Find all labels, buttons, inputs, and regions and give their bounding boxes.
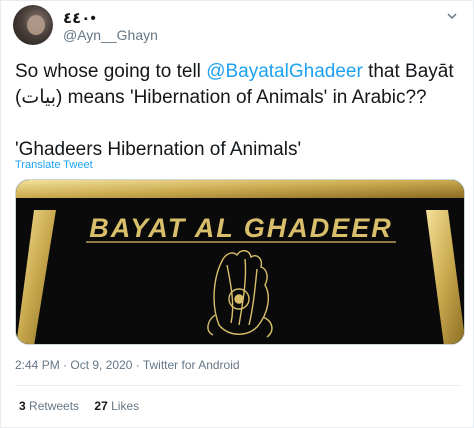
tweet-text-line-1: So whose going to tell @BayatalGhadeer t… — [15, 61, 454, 82]
logo-text: BAYAT AL GHADEER — [89, 213, 393, 243]
media-graphic: BAYAT AL GHADEER — [16, 180, 464, 344]
author-handle[interactable]: @Ayn__Ghayn — [63, 27, 158, 43]
tweet-card: ٤٤٠• @Ayn__Ghayn So whose going to tell … — [0, 0, 474, 428]
avatar[interactable] — [13, 5, 53, 45]
tweet-timestamp[interactable]: 2:44 PM · Oct 9, 2020 · Twitter for Andr… — [15, 358, 240, 372]
divider — [15, 385, 461, 386]
retweets-stat[interactable]: 3 Retweets — [19, 399, 79, 413]
tweet-text: So whose going to tell @BayatalGhadeer t… — [15, 59, 465, 163]
chevron-down-icon[interactable] — [447, 11, 457, 21]
tweet-stats: 3 Retweets 27 Likes — [19, 399, 151, 413]
avatar-face — [27, 15, 45, 35]
tweet-text-line-2: (بيات) means 'Hibernation of Animals' in… — [15, 87, 427, 108]
mention-link[interactable]: @BayatalGhadeer — [206, 61, 363, 82]
translate-tweet-link[interactable]: Translate Tweet — [15, 159, 93, 171]
tweet-media-image[interactable]: BAYAT AL GHADEER — [15, 179, 465, 345]
likes-stat[interactable]: 27 Likes — [94, 399, 139, 413]
author-display-name[interactable]: ٤٤٠• — [63, 9, 96, 27]
